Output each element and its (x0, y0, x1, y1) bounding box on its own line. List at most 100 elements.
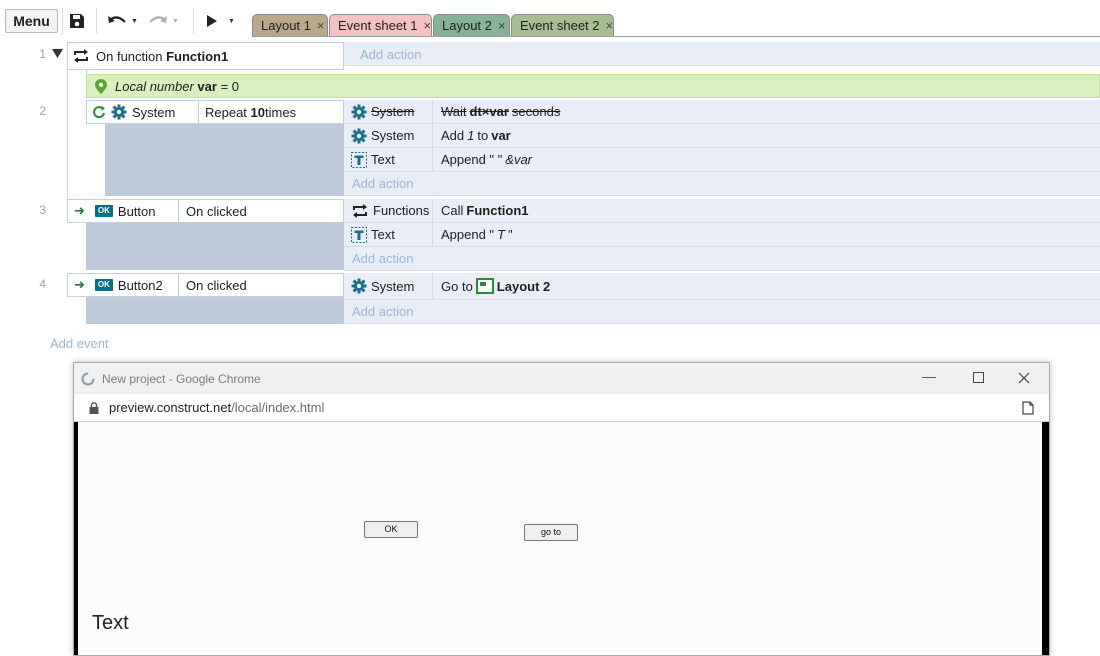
action-text-italic: &var (505, 152, 533, 167)
chrome-loading-icon (81, 372, 95, 385)
action-row[interactable]: Functions Call Function1 (344, 199, 1100, 223)
action-text-part: " (508, 227, 513, 242)
game-text-object: Text (92, 612, 129, 634)
redo-button[interactable]: ▼ (148, 10, 179, 32)
condition-object[interactable]: ➜ OK Button2 (67, 273, 179, 297)
condition-text-part: On clicked (186, 203, 247, 219)
url-host: preview.construct.net (109, 400, 232, 415)
chrome-preview-window: New project - Google Chrome — preview.co… (73, 362, 1050, 656)
minimize-icon[interactable]: — (922, 368, 936, 384)
game-ok-button[interactable]: OK (364, 521, 418, 538)
tab-event-sheet-1[interactable]: Event sheet 1 × (329, 14, 432, 37)
close-icon[interactable]: × (317, 15, 325, 37)
game-viewport: OK go to Text (74, 422, 1049, 655)
page-icon[interactable] (1022, 401, 1034, 415)
add-event-label: Add event (50, 336, 109, 351)
maximize-icon[interactable] (973, 372, 984, 383)
condition-text[interactable]: Repeat 10 times (198, 100, 344, 124)
tab-label: Layout 1 (261, 18, 311, 33)
local-variable-name: var (197, 78, 217, 94)
action-object-name: Text (371, 227, 395, 242)
close-icon[interactable]: × (424, 15, 432, 37)
action-row[interactable]: Text Append " T " (344, 223, 1100, 247)
save-button[interactable] (68, 10, 86, 32)
action-text-italic: T (497, 227, 506, 242)
condition-text[interactable]: On clicked (178, 273, 344, 297)
undo-dropdown-icon[interactable]: ▼ (131, 18, 138, 25)
tab-event-sheet-2[interactable]: Event sheet 2 × (511, 14, 614, 37)
menu-button[interactable]: Menu (5, 9, 58, 33)
play-icon (207, 15, 217, 27)
add-action-label: Add action (352, 251, 414, 266)
condition-panel[interactable] (86, 222, 344, 270)
button-object-icon: OK (94, 205, 113, 217)
condition-object[interactable]: System (86, 100, 199, 124)
local-variable-type: Local number (115, 78, 194, 94)
close-icon[interactable] (1018, 372, 1030, 384)
preview-button[interactable]: ▼ (206, 10, 235, 32)
toolbar-separator (62, 8, 63, 34)
condition-text-number: 10 (250, 104, 266, 120)
undo-button[interactable]: ▼ (107, 10, 138, 32)
action-text: Append " " &var (433, 152, 532, 167)
collapse-triangle-icon[interactable] (52, 49, 63, 58)
function-name: Function1 (166, 48, 229, 64)
game-canvas[interactable]: OK go to Text (78, 422, 1042, 655)
event-number: 4 (39, 277, 46, 291)
local-variable-row[interactable]: Local number var = 0 (86, 74, 1100, 98)
action-text: Wait dt×var seconds (433, 104, 560, 119)
tab-layout-2[interactable]: Layout 2 × (433, 14, 510, 37)
add-action-row[interactable]: Add action (344, 172, 1100, 196)
condition-object-name: System (132, 104, 176, 120)
action-text: Append " T " (433, 227, 513, 242)
tab-label: Layout 2 (442, 18, 492, 33)
redo-icon (149, 16, 167, 23)
condition-text-part: Repeat (205, 104, 247, 120)
function-condition-text: On function Function1 (96, 49, 228, 64)
condition-text[interactable]: On clicked (178, 199, 344, 223)
close-icon[interactable]: × (606, 15, 614, 37)
close-icon[interactable]: × (498, 15, 506, 37)
toolbar-separator (96, 8, 97, 34)
action-object: System (344, 273, 433, 299)
local-variable-text: Local number var = 0 (115, 79, 239, 94)
add-action-link[interactable]: Add action (352, 47, 421, 62)
condition-panel[interactable] (105, 122, 344, 196)
action-text-part: Append " " (441, 152, 503, 167)
action-row[interactable]: System Go to Layout 2 (344, 273, 1100, 300)
game-goto-button[interactable]: go to (524, 524, 578, 541)
condition-text-part: On clicked (186, 277, 247, 293)
local-variable-value: = 0 (220, 78, 239, 94)
condition-text-part: times (265, 104, 297, 120)
trigger-arrow-icon: ➜ (74, 277, 85, 292)
tab-label: Event sheet 1 (338, 18, 418, 33)
gear-icon (351, 278, 367, 294)
url-text: preview.construct.net/local/index.html (109, 400, 324, 415)
action-row[interactable]: System Add 1 to var (344, 124, 1100, 148)
action-text-part: Call (441, 203, 464, 218)
condition-object[interactable]: ➜ OK Button (67, 199, 179, 223)
function-condition[interactable]: On function Function1 (67, 42, 344, 70)
redo-dropdown-icon[interactable]: ▼ (172, 18, 179, 25)
action-object: Functions (344, 199, 433, 222)
condition-panel[interactable] (86, 296, 344, 324)
add-action-label: Add action (352, 176, 414, 191)
add-action-label: Add action (360, 47, 422, 62)
chrome-window-title: New project - Google Chrome (102, 371, 261, 386)
add-event-link[interactable]: Add event (50, 336, 109, 351)
gear-icon (351, 104, 367, 119)
chrome-address-bar[interactable]: preview.construct.net/local/index.html (74, 394, 1049, 422)
location-pin-icon (95, 78, 107, 94)
action-text-part: Wait (441, 104, 467, 119)
action-object-name: System (371, 104, 415, 119)
action-text: Call Function1 (433, 203, 529, 218)
add-action-row[interactable]: Add action (344, 300, 1100, 324)
add-action-row[interactable]: Add action (344, 247, 1100, 271)
preview-dropdown-icon[interactable]: ▼ (228, 18, 235, 25)
text-object-icon (351, 151, 367, 168)
tab-label: Event sheet 2 (520, 18, 600, 33)
action-row[interactable]: Text Append " " &var (344, 148, 1100, 172)
function-loop-icon (74, 49, 88, 63)
tab-layout-1[interactable]: Layout 1 × (252, 14, 328, 37)
action-row[interactable]: System Wait dt×var seconds (344, 100, 1100, 124)
